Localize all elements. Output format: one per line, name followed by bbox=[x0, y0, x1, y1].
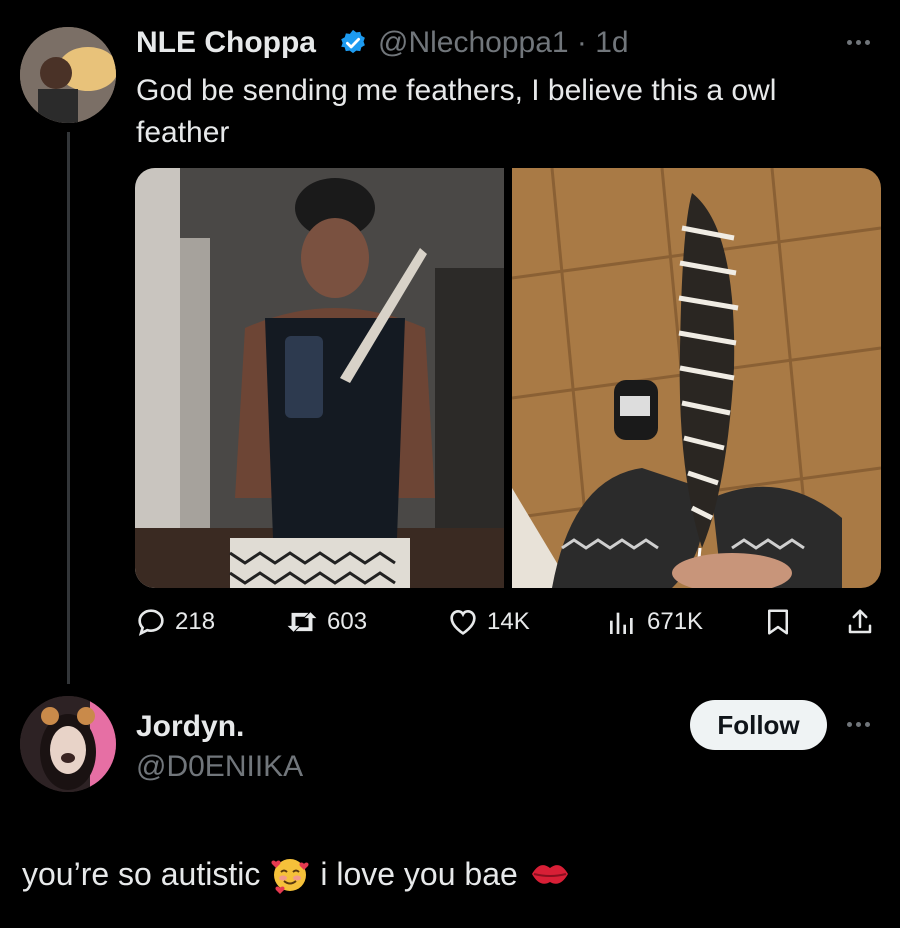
reply-author-handle[interactable]: @D0ENIIKA bbox=[136, 750, 303, 784]
verified-badge-icon bbox=[341, 29, 365, 54]
retweet-count: 603 bbox=[327, 608, 368, 635]
reply-text-part1: you’re so autistic bbox=[22, 856, 261, 892]
tweet-media[interactable] bbox=[135, 168, 881, 588]
retweet-icon bbox=[287, 612, 317, 632]
mirror-selfie-image bbox=[135, 168, 504, 588]
views-count: 671K bbox=[647, 608, 704, 635]
like-button[interactable]: 14K bbox=[447, 606, 530, 638]
feather-photo-image bbox=[512, 168, 881, 588]
share-button[interactable] bbox=[845, 606, 875, 638]
reply-author-name[interactable]: Jordyn. bbox=[136, 710, 244, 744]
author-handle[interactable]: @Nlechoppa1 · 1d bbox=[378, 26, 629, 60]
more-horizontal-icon[interactable] bbox=[847, 722, 870, 727]
reply-count: 218 bbox=[175, 608, 216, 635]
avatar[interactable] bbox=[20, 27, 116, 123]
like-count: 14K bbox=[487, 608, 530, 635]
reply-text-part2: i love you bae bbox=[320, 856, 518, 892]
retweet-button[interactable]: 603 bbox=[285, 606, 367, 638]
bookmark-icon bbox=[768, 609, 788, 635]
smiling-face-with-hearts-icon bbox=[271, 859, 309, 894]
media-photo-2[interactable] bbox=[512, 168, 881, 588]
reply-text: you’re so autistic i love you bae bbox=[22, 852, 572, 896]
tweet-text: God be sending me feathers, I believe th… bbox=[136, 74, 777, 149]
media-photo-1[interactable] bbox=[135, 168, 504, 588]
views-bar-chart-icon bbox=[610, 612, 633, 634]
kiss-mark-icon bbox=[531, 865, 568, 884]
reply-icon bbox=[138, 609, 164, 636]
bookmark-button[interactable] bbox=[763, 606, 793, 638]
thread-connector-line bbox=[67, 132, 70, 684]
avatar-image bbox=[20, 27, 116, 123]
heart-icon bbox=[450, 609, 476, 635]
tweet-action-bar: 218 603 14K 671K bbox=[135, 606, 881, 646]
author-name[interactable]: NLE Choppa bbox=[136, 26, 316, 60]
avatar[interactable] bbox=[20, 696, 116, 792]
more-horizontal-icon[interactable] bbox=[847, 40, 870, 45]
avatar-image bbox=[20, 696, 116, 792]
views-button[interactable]: 671K bbox=[605, 606, 703, 638]
share-icon bbox=[848, 609, 872, 634]
follow-button[interactable]: Follow bbox=[690, 700, 827, 750]
reply-button[interactable]: 218 bbox=[135, 606, 215, 638]
